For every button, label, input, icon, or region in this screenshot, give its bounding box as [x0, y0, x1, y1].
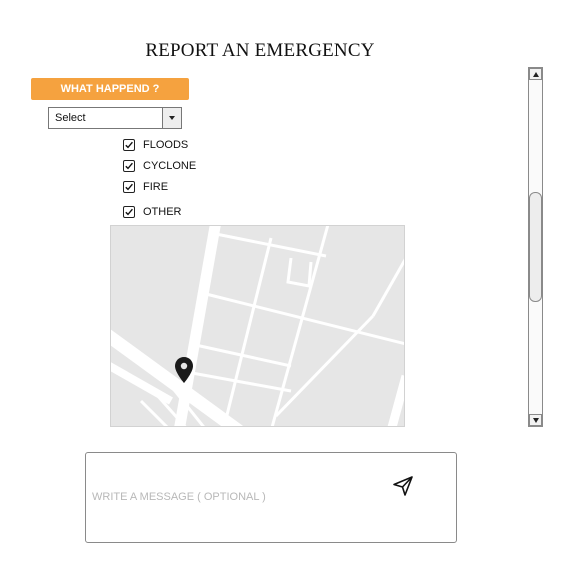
- chevron-down-icon: [169, 116, 175, 120]
- scroll-up-button[interactable]: [529, 68, 542, 80]
- select-value: Select: [55, 112, 86, 124]
- checkbox-checked-icon[interactable]: [123, 181, 135, 193]
- what-happened-button[interactable]: WHAT HAPPEND ?: [31, 78, 189, 100]
- message-input[interactable]: WRITE A MESSAGE ( OPTIONAL ): [85, 452, 457, 543]
- option-other[interactable]: OTHER: [123, 206, 182, 218]
- emergency-type-select[interactable]: Select: [48, 107, 182, 129]
- dropdown-arrow-button[interactable]: [162, 108, 181, 128]
- message-placeholder: WRITE A MESSAGE ( OPTIONAL ): [92, 491, 266, 503]
- checkbox-checked-icon[interactable]: [123, 139, 135, 151]
- location-map[interactable]: [110, 225, 405, 427]
- scroll-up-arrow-icon: [532, 71, 539, 77]
- send-button[interactable]: [392, 475, 414, 502]
- option-cyclone[interactable]: CYCLONE: [123, 160, 196, 172]
- checkbox-checked-icon[interactable]: [123, 160, 135, 172]
- option-label: OTHER: [143, 206, 182, 218]
- option-label: FLOODS: [143, 139, 189, 151]
- scroll-down-arrow-icon: [532, 417, 539, 423]
- option-fire[interactable]: FIRE: [123, 181, 168, 193]
- map-roads: [111, 226, 404, 426]
- option-floods[interactable]: FLOODS: [123, 139, 188, 151]
- map-pin-icon[interactable]: [174, 356, 194, 386]
- scrollbar-thumb[interactable]: [529, 192, 542, 302]
- option-label: FIRE: [143, 181, 169, 193]
- what-happened-label: WHAT HAPPEND ?: [60, 83, 160, 95]
- scroll-down-button[interactable]: [529, 414, 542, 426]
- option-label: CYCLONE: [143, 160, 197, 172]
- vertical-scrollbar[interactable]: [528, 67, 543, 427]
- page-title: REPORT AN EMERGENCY: [145, 40, 375, 61]
- send-icon: [393, 476, 413, 496]
- checkbox-checked-icon[interactable]: [123, 206, 135, 218]
